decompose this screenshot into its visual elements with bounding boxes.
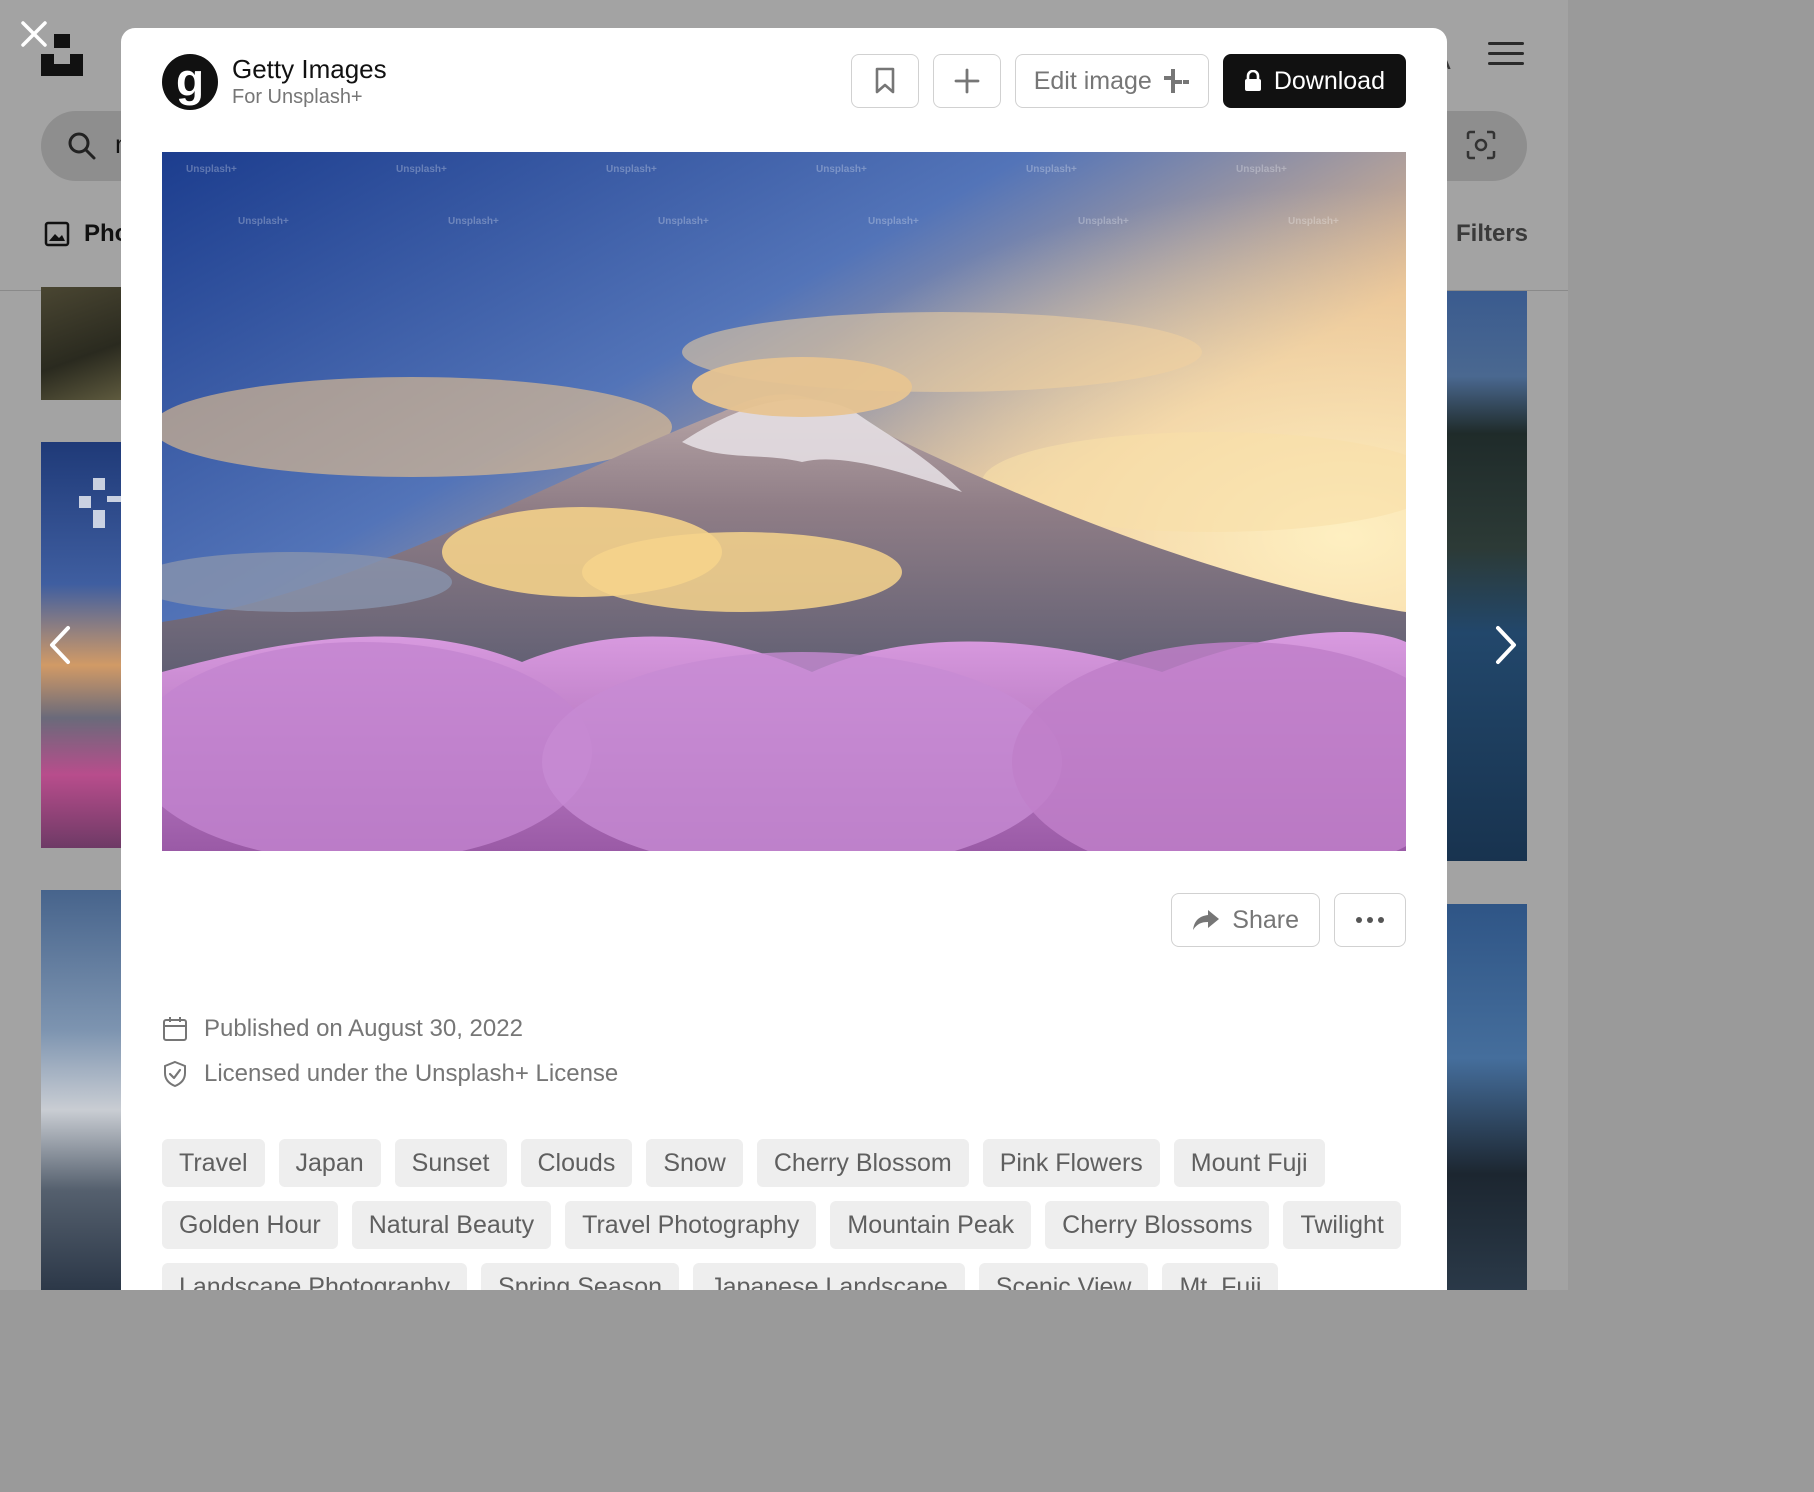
share-arrow-icon xyxy=(1193,910,1220,930)
tag-chip[interactable]: Natural Beauty xyxy=(351,1201,552,1249)
tag-chip[interactable]: Japanese Landscape xyxy=(693,1263,965,1290)
photo-illustration xyxy=(162,152,1406,851)
watermark-text: Unsplash+ xyxy=(186,164,237,175)
thumbnail-image[interactable] xyxy=(41,287,121,400)
share-row: Share xyxy=(1171,893,1406,947)
search-icon xyxy=(68,132,96,160)
watermark-text: Unsplash+ xyxy=(606,164,657,175)
photo-meta: Published on August 30, 2022 Licensed un… xyxy=(162,1006,618,1096)
tag-chip[interactable]: Japan xyxy=(278,1139,381,1187)
watermark-text: Unsplash+ xyxy=(868,216,919,227)
visual-search-icon[interactable] xyxy=(1465,129,1497,161)
plus-icon xyxy=(954,68,980,94)
tag-chip[interactable]: Landscape Photography xyxy=(162,1263,468,1290)
unsplash-plus-icon xyxy=(79,478,121,528)
next-arrow-icon[interactable] xyxy=(1494,624,1520,666)
tag-chip[interactable]: Golden Hour xyxy=(162,1201,338,1249)
edit-image-button[interactable]: Edit image xyxy=(1014,54,1209,108)
published-date: Published on August 30, 2022 xyxy=(204,1014,523,1042)
watermark-text: Unsplash+ xyxy=(1236,164,1287,175)
add-to-collection-button[interactable] xyxy=(932,54,1001,108)
watermark-text: Unsplash+ xyxy=(1288,216,1339,227)
tag-chip[interactable]: Travel xyxy=(162,1139,265,1187)
author-name[interactable]: Getty Images xyxy=(232,54,387,85)
sparkle-edit-icon xyxy=(1163,69,1189,93)
tag-chip[interactable]: Scenic View xyxy=(978,1263,1149,1290)
watermark-text: Unsplash+ xyxy=(658,216,709,227)
tag-chip[interactable]: Spring Season xyxy=(481,1263,680,1290)
tag-chip[interactable]: Cherry Blossoms xyxy=(1045,1201,1270,1249)
tag-chip[interactable]: Clouds xyxy=(520,1139,633,1187)
author-avatar[interactable]: g xyxy=(162,54,218,110)
tag-chip[interactable]: Cherry Blossom xyxy=(756,1139,969,1187)
filters-button[interactable]: Filters xyxy=(1456,220,1528,248)
action-buttons: Edit image Download xyxy=(850,54,1406,108)
image-icon xyxy=(44,221,70,247)
close-icon[interactable] xyxy=(20,20,48,48)
more-actions-button[interactable] xyxy=(1334,893,1406,947)
license-link[interactable]: Licensed under the Unsplash+ License xyxy=(204,1060,618,1088)
download-label: Download xyxy=(1273,66,1385,95)
calendar-icon xyxy=(163,1016,187,1041)
edit-image-label: Edit image xyxy=(1033,66,1152,95)
tag-chip[interactable]: Mt. Fuji xyxy=(1162,1263,1279,1290)
thumbnail-image[interactable] xyxy=(41,890,121,1290)
watermark-text: Unsplash+ xyxy=(448,216,499,227)
watermark-text: Unsplash+ xyxy=(396,164,447,175)
license-row: Licensed under the Unsplash+ License xyxy=(162,1051,618,1096)
main-photo[interactable]: Unsplash+ Unsplash+ Unsplash+ Unsplash+ … xyxy=(162,152,1406,851)
watermark-text: Unsplash+ xyxy=(238,216,289,227)
photo-modal: g Getty Images For Unsplash+ Edit image xyxy=(121,28,1447,1290)
watermark-text: Unsplash+ xyxy=(1026,164,1077,175)
previous-arrow-icon[interactable] xyxy=(46,624,72,666)
watermark-text: Unsplash+ xyxy=(816,164,867,175)
tag-chip[interactable]: Travel Photography xyxy=(565,1201,817,1249)
lock-icon xyxy=(1244,70,1261,91)
share-button[interactable]: Share xyxy=(1171,893,1320,947)
thumbnail-image[interactable] xyxy=(1447,904,1527,1290)
tag-chip[interactable]: Twilight xyxy=(1283,1201,1401,1249)
watermark-text: Unsplash+ xyxy=(1078,216,1129,227)
tag-chip[interactable]: Sunset xyxy=(394,1139,507,1187)
published-row: Published on August 30, 2022 xyxy=(162,1006,618,1051)
thumbnail-image[interactable] xyxy=(1447,291,1527,861)
tag-chip[interactable]: Snow xyxy=(646,1139,743,1187)
tag-chip[interactable]: Mountain Peak xyxy=(830,1201,1032,1249)
author-avatar-letter: g xyxy=(175,54,205,106)
shield-check-icon xyxy=(164,1060,186,1087)
share-label: Share xyxy=(1232,905,1299,934)
tag-chip[interactable]: Pink Flowers xyxy=(982,1139,1160,1187)
modal-header: g Getty Images For Unsplash+ Edit image xyxy=(162,54,1406,110)
author-subtitle[interactable]: For Unsplash+ xyxy=(232,86,363,109)
download-button[interactable]: Download xyxy=(1222,54,1406,108)
ellipsis-icon xyxy=(1356,917,1384,923)
tag-list: Travel Japan Sunset Clouds Snow Cherry B… xyxy=(162,1139,1422,1290)
tab-photos[interactable]: Pho xyxy=(44,220,129,248)
bookmark-button[interactable] xyxy=(850,54,919,108)
bookmark-icon xyxy=(875,67,894,94)
menu-icon[interactable] xyxy=(1488,42,1524,70)
tag-chip[interactable]: Mount Fuji xyxy=(1173,1139,1325,1187)
